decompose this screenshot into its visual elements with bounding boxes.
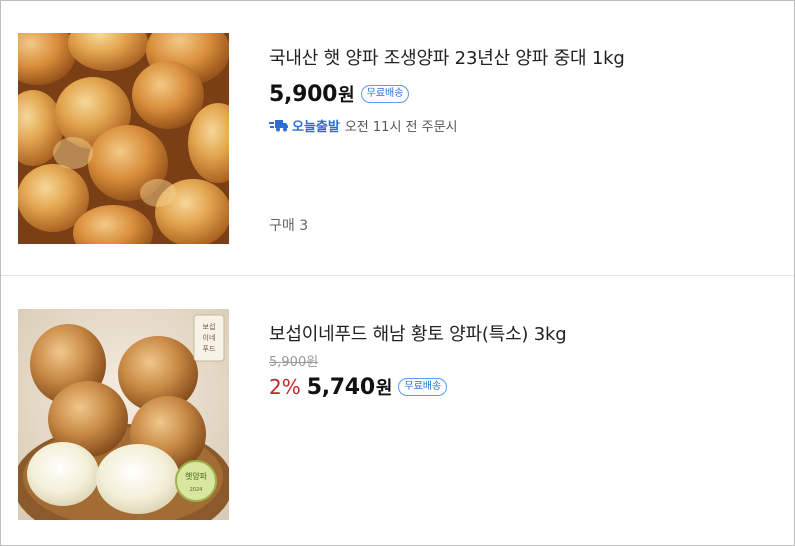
free-shipping-badge: 무료배송: [360, 85, 410, 103]
free-shipping-badge: 무료배송: [398, 378, 448, 396]
brand-vertical-text: 보섭: [203, 322, 216, 331]
discount-rate: 2%: [269, 375, 301, 399]
dispatch-cutoff-text: 오전 11시 전 주문시: [344, 119, 458, 135]
onion-basket-image: 보섭 이네 푸드 햇양파 2024: [18, 309, 229, 520]
price-row: 2% 5,740 원 무료배송: [269, 373, 774, 401]
purchase-count: 구매 3: [269, 218, 309, 234]
stamp-text: 햇양파: [185, 471, 208, 481]
shipping-info: 오늘출발 오전 11시 전 주문시: [269, 115, 774, 135]
sale-price: 5,900: [269, 81, 338, 107]
brand-vertical-text: 푸드: [203, 345, 216, 353]
product-info: 보섭이네푸드 해남 황토 양파(특소) 3kg 5,900원 2% 5,740 …: [269, 321, 774, 401]
sale-price: 5,740: [306, 374, 375, 400]
brand-vertical-text: 이네: [203, 333, 216, 342]
price-row: 5,900 원 무료배송: [269, 79, 774, 109]
product-title[interactable]: 국내산 햇 양파 조생양파 23년산 양파 중대 1kg: [269, 45, 774, 73]
delivery-truck-icon: [269, 118, 289, 132]
product-thumbnail[interactable]: [18, 33, 229, 244]
original-price: 5,900원: [269, 355, 319, 370]
product-list: 국내산 햇 양파 조생양파 23년산 양파 중대 1kg 5,900 원 무료배…: [0, 0, 795, 546]
product-info: 국내산 햇 양파 조생양파 23년산 양파 중대 1kg 5,900 원 무료배…: [269, 45, 774, 135]
onion-pile-image: [18, 33, 229, 244]
product-title[interactable]: 보섭이네푸드 해남 황토 양파(특소) 3kg: [269, 321, 774, 349]
product-thumbnail[interactable]: 보섭 이네 푸드 햇양파 2024: [18, 309, 229, 520]
stamp-year: 2024: [190, 487, 203, 493]
product-item[interactable]: 보섭 이네 푸드 햇양파 2024 보섭이네푸드 해남 황토 양파(특소) 3k…: [1, 277, 794, 545]
today-dispatch-label: 오늘출발: [292, 119, 340, 135]
product-item[interactable]: 국내산 햇 양파 조생양파 23년산 양파 중대 1kg 5,900 원 무료배…: [1, 1, 794, 276]
currency-unit: 원: [375, 378, 393, 399]
currency-unit: 원: [338, 85, 355, 106]
